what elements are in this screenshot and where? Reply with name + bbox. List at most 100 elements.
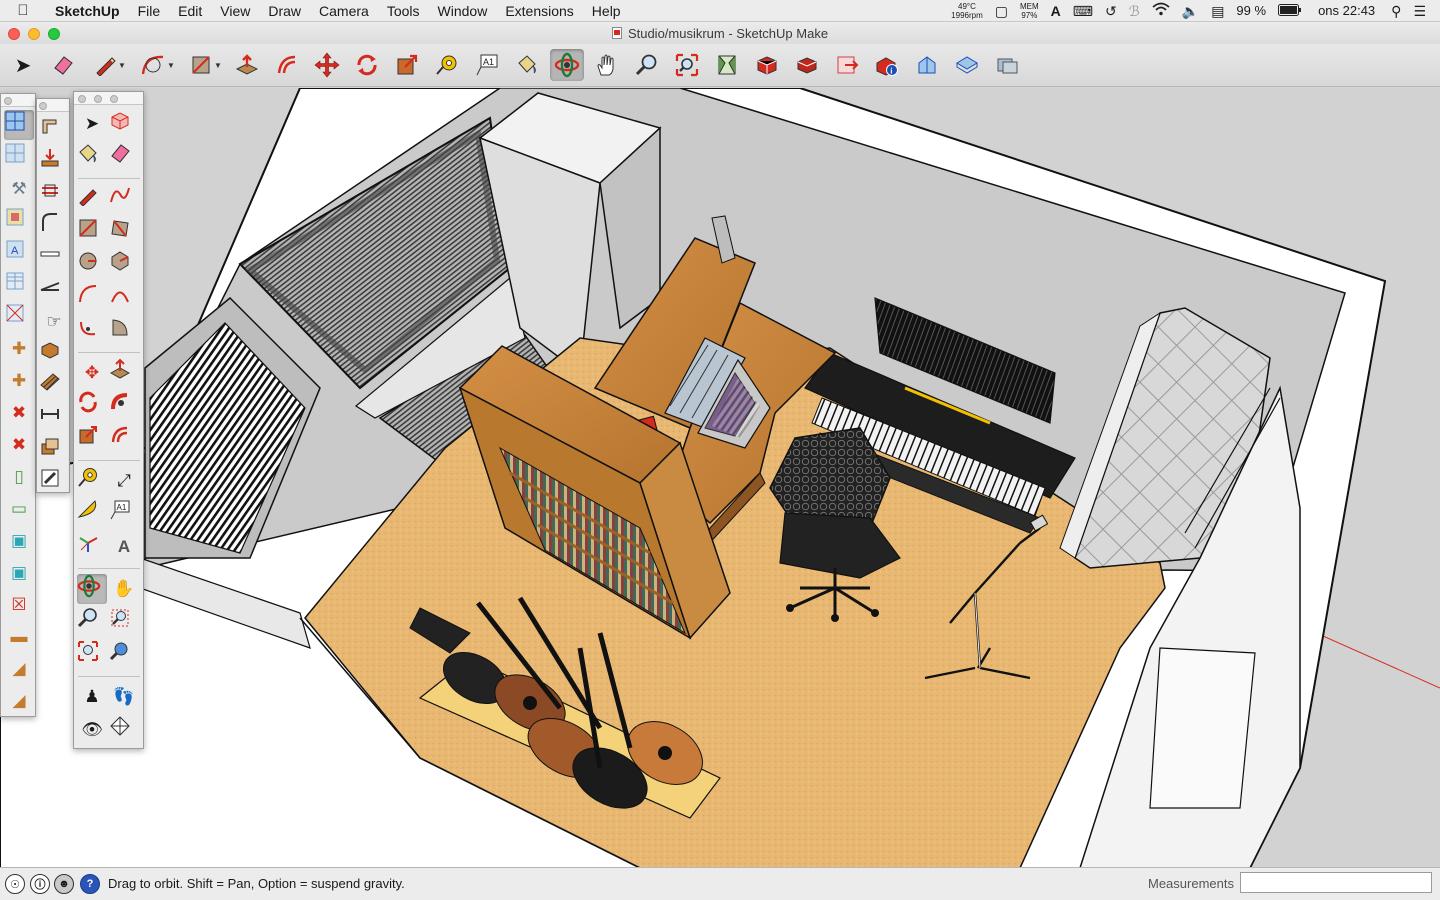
- menu-edit[interactable]: Edit: [169, 0, 211, 22]
- menu-extensions[interactable]: Extensions: [496, 0, 582, 22]
- section-plane-button[interactable]: ✚: [4, 334, 34, 364]
- ls-pushpull-button[interactable]: [109, 358, 139, 388]
- stair-step-2-button[interactable]: ◢: [4, 686, 34, 716]
- fit-plus-button[interactable]: ▣: [4, 558, 34, 588]
- fit-to-view-button[interactable]: ▣: [4, 526, 34, 556]
- eraser-tool-button[interactable]: [46, 49, 80, 81]
- dimension-bar-button[interactable]: [39, 403, 69, 433]
- ls-rectangle-button[interactable]: [77, 217, 107, 247]
- palette-zoom-button[interactable]: [110, 95, 118, 103]
- walk-width-button[interactable]: ▭: [4, 494, 34, 524]
- ls-3pt-arc-button[interactable]: [77, 316, 107, 346]
- select-tool-button[interactable]: ➤: [6, 49, 40, 81]
- palette-header[interactable]: [37, 99, 69, 112]
- menu-file[interactable]: File: [129, 0, 170, 22]
- front-view-button[interactable]: [990, 49, 1024, 81]
- box-tool-button[interactable]: [39, 339, 69, 369]
- document-proxy-icon[interactable]: [611, 27, 622, 39]
- smoove-button[interactable]: ⚒: [4, 174, 34, 204]
- ls-offset-button[interactable]: [109, 424, 139, 454]
- section-fill-button[interactable]: ✚: [4, 366, 34, 396]
- menu-view[interactable]: View: [211, 0, 259, 22]
- zoom-extents-button[interactable]: [670, 49, 704, 81]
- ls-move-button[interactable]: ✥: [77, 358, 107, 388]
- palette-close-button[interactable]: [4, 97, 12, 105]
- ls-make-component-button[interactable]: [109, 109, 139, 139]
- ls-3dtext-button[interactable]: A: [109, 532, 139, 562]
- get-models-button[interactable]: [710, 49, 744, 81]
- ls-look-around-button[interactable]: 👁: [77, 715, 107, 745]
- remove-fit-button[interactable]: ☒: [4, 590, 34, 620]
- palette-close-button[interactable]: [39, 102, 47, 110]
- menu-camera[interactable]: Camera: [310, 0, 378, 22]
- ls-followme-button[interactable]: [109, 391, 139, 421]
- ls-zoom-window-button[interactable]: [109, 607, 139, 637]
- wifi-icon[interactable]: [1146, 0, 1176, 22]
- menu-tools[interactable]: Tools: [378, 0, 429, 22]
- pan-tool-button[interactable]: [590, 49, 624, 81]
- ls-pan-button[interactable]: ✋: [109, 574, 139, 604]
- align-button[interactable]: [39, 179, 69, 209]
- ls-tape-button[interactable]: [77, 466, 107, 496]
- palette-minimize-button[interactable]: [94, 95, 102, 103]
- component-stack-button[interactable]: [39, 435, 69, 465]
- ls-scale-button[interactable]: [77, 424, 107, 454]
- paint-bucket-tool-button[interactable]: [510, 49, 544, 81]
- ls-dimension-button[interactable]: ⤢: [109, 466, 139, 496]
- planks-button[interactable]: [39, 371, 69, 401]
- section-cut-button[interactable]: ✖: [4, 398, 34, 428]
- palette-header[interactable]: [74, 92, 143, 105]
- ls-eraser-button[interactable]: [109, 142, 139, 172]
- move-tool-button[interactable]: [310, 49, 344, 81]
- add-detail-button[interactable]: [4, 270, 34, 300]
- slope-button[interactable]: [39, 275, 69, 305]
- palette-close-button[interactable]: [78, 95, 86, 103]
- scale-tool-button[interactable]: [390, 49, 424, 81]
- line-tool-button[interactable]: ▼: [88, 49, 132, 81]
- offset-tool-button[interactable]: [270, 49, 304, 81]
- flat-bar-button[interactable]: [39, 243, 69, 273]
- menu-draw[interactable]: Draw: [259, 0, 310, 22]
- hand-tool-button[interactable]: ☞: [39, 307, 69, 337]
- tape-measure-tool-button[interactable]: [430, 49, 464, 81]
- input-source-icon[interactable]: A: [1045, 0, 1067, 22]
- swap-button[interactable]: [39, 467, 69, 497]
- model-info-button[interactable]: i: [870, 49, 904, 81]
- rotate-tool-button[interactable]: [350, 49, 384, 81]
- ls-circle-button[interactable]: [77, 250, 107, 280]
- sandbox-from-contours-button[interactable]: [4, 110, 34, 140]
- top-view-button[interactable]: [950, 49, 984, 81]
- orbit-tool-button[interactable]: [550, 49, 584, 81]
- walk-height-button[interactable]: ▯: [4, 462, 34, 492]
- ls-rotated-rect-button[interactable]: [109, 217, 139, 247]
- ls-section-plane-button[interactable]: [109, 715, 139, 745]
- zoom-tool-button[interactable]: [630, 49, 664, 81]
- spotlight-search-icon[interactable]: ⚲: [1385, 0, 1407, 22]
- ls-previous-view-button[interactable]: [109, 640, 139, 670]
- sandbox-scratch-button[interactable]: [4, 142, 34, 172]
- notifications-tray-icon[interactable]: ▢: [989, 0, 1014, 22]
- menu-window[interactable]: Window: [429, 0, 497, 22]
- iso-view-button[interactable]: [910, 49, 944, 81]
- keyboard-viewer-icon[interactable]: ⌨: [1067, 0, 1099, 22]
- volume-icon[interactable]: 🔈: [1176, 0, 1205, 22]
- geo-location-icon[interactable]: ☉: [5, 874, 25, 894]
- time-machine-icon[interactable]: ↺: [1099, 0, 1123, 22]
- ls-position-camera-button[interactable]: ♟: [77, 682, 107, 712]
- battery-percent[interactable]: 99 %: [1230, 0, 1272, 22]
- menubar-clock[interactable]: ons 22:43: [1308, 0, 1385, 22]
- ls-text-button[interactable]: A1: [109, 499, 139, 529]
- ls-orbit-button[interactable]: [77, 574, 107, 604]
- memory-monitor[interactable]: MEM 97%: [1014, 2, 1045, 20]
- ls-zoom-extents-button[interactable]: [77, 640, 107, 670]
- drape-button[interactable]: A: [4, 238, 34, 268]
- user-account-icon[interactable]: ☻: [54, 874, 74, 894]
- bluetooth-icon[interactable]: ℬ: [1123, 0, 1146, 22]
- text-tool-button[interactable]: A1: [470, 49, 504, 81]
- push-pull-tool-button[interactable]: [230, 49, 264, 81]
- ls-paint-button[interactable]: [77, 142, 107, 172]
- chevron-down-icon[interactable]: ▼: [167, 61, 175, 70]
- curve-button[interactable]: [39, 211, 69, 241]
- ls-polygon-button[interactable]: [109, 250, 139, 280]
- section-display-button[interactable]: ✖: [4, 430, 34, 460]
